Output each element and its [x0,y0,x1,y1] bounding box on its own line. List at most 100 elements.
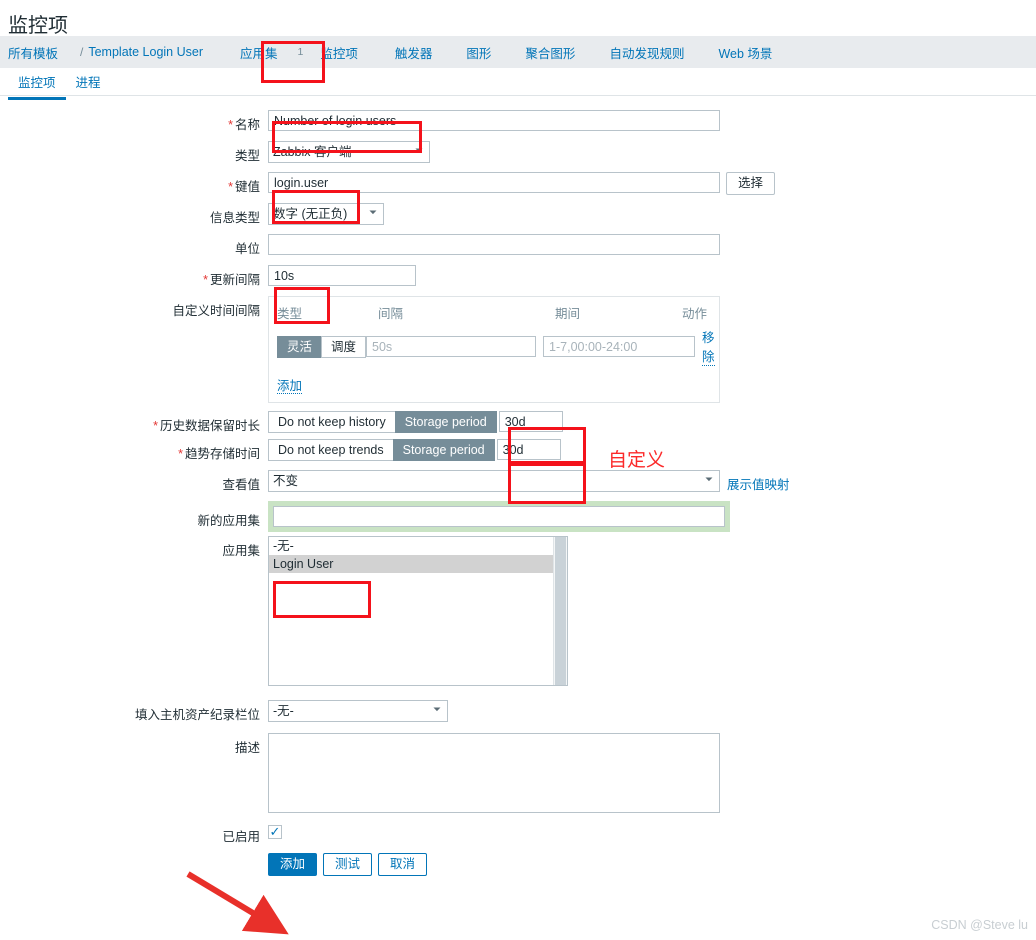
form-row-actions: 添加 测试 取消 [0,853,1036,876]
form-row-units: 单位 [0,234,1036,257]
field-enabled: ✓ [268,825,282,839]
form-row-type: 类型 Zabbix 客户端 ⏷ [0,141,1036,164]
value-map-select-wrapper: 不变 ⏷ [268,470,720,492]
type-select-wrapper: Zabbix 客户端 ⏷ [268,141,430,163]
test-button[interactable]: 测试 [323,853,373,876]
trends-storage-period-button[interactable]: Storage period [392,439,495,461]
field-value-map: 不变 ⏷ 展示值映射 [268,470,790,493]
history-storage-period-button[interactable]: Storage period [394,411,497,433]
nav-item-discovery-rules[interactable]: 自动发现规则 [609,43,701,62]
column-header-type: 类型 [277,307,303,321]
units-input[interactable] [268,234,720,255]
form-row-custom-intervals: 自定义时间间隔 类型 间隔 期间 动作 灵活 调度 移除 [0,296,1036,403]
tab-processes[interactable]: 进程 [66,68,111,100]
nav-item-screens[interactable]: 聚合图形 [525,43,592,62]
field-value-type: 数字 (无正负) ⏷ [268,203,384,225]
required-marker-trends: * [178,447,183,461]
form-row-applications: 应用集 -无- Login User [0,536,1036,686]
label-description: 描述 [234,741,260,755]
label-custom-intervals: 自定义时间间隔 [172,304,260,318]
inventory-field-select-wrapper: -无- ⏷ [268,700,448,722]
tab-items[interactable]: 监控项 [8,68,66,100]
field-units [268,234,720,255]
nav-item-applications-label[interactable]: 应用集 [240,43,278,62]
field-type: Zabbix 客户端 ⏷ [268,141,430,163]
key-input[interactable] [268,172,720,193]
field-description [268,733,720,813]
custom-interval-add-link[interactable]: 添加 [277,379,303,394]
applications-option-login-user[interactable]: Login User [269,555,567,573]
history-mode-segmented-control: Do not keep history Storage period [268,411,497,433]
item-form: *名称 类型 Zabbix 客户端 ⏷ *键值 选择 信息类型 [0,96,1036,876]
add-button[interactable]: 添加 [268,853,318,876]
nav-item-screens-label[interactable]: 聚合图形 [525,43,575,62]
cancel-button[interactable]: 取消 [378,853,428,876]
label-key: * 键值 [228,180,260,194]
custom-interval-remove-link[interactable]: 移除 [702,327,715,366]
nav-item-triggers[interactable]: 触发器 [395,43,450,62]
breadcrumb-template-name[interactable]: Template Login User [88,45,203,59]
form-row-name: * 名称 [0,110,1036,133]
label-value-map: 查看值 [222,478,260,492]
form-row-key: *键值 选择 [0,172,1036,195]
history-storage-period-input[interactable] [498,411,563,432]
trends-do-not-keep-button[interactable]: Do not keep trends [268,439,394,461]
value-map-select[interactable]: 不变 [268,470,720,492]
field-update-interval [268,265,416,286]
breadcrumb: 所有模板 / Template Login User [8,43,220,62]
field-new-application [268,501,730,532]
custom-interval-delay-input[interactable] [366,336,537,357]
field-trends: Do not keep trends Storage period [268,439,561,461]
interval-type-scheduling-button[interactable]: 调度 [321,335,367,358]
nav-item-graphs-label[interactable]: 图形 [466,43,491,62]
type-select[interactable]: Zabbix 客户端 [268,141,430,163]
show-value-mappings-link[interactable]: 展示值映射 [727,470,790,493]
value-type-select[interactable]: 数字 (无正负) [268,203,384,225]
update-interval-input[interactable] [268,265,416,286]
history-do-not-keep-button[interactable]: Do not keep history [268,411,396,433]
nav-item-web-scenarios[interactable]: Web 场景 [718,43,789,62]
nav-item-triggers-label[interactable]: 触发器 [395,43,433,62]
label-new-application: 新的应用集 [197,514,260,528]
column-header-period: 期间 [555,307,581,321]
form-row-enabled: 已启用 ✓ [0,825,1036,845]
annotation-text-custom: 自定义 [608,450,666,471]
name-input[interactable] [268,110,720,131]
nav-item-items-label[interactable]: 监控项 [320,43,358,62]
form-row-value-map: 查看值 不变 ⏷ 展示值映射 [0,470,1036,493]
required-marker-key: * [228,180,233,194]
key-select-button[interactable]: 选择 [726,172,776,195]
new-application-input[interactable] [273,506,725,527]
field-inventory-field: -无- ⏷ [268,700,448,722]
custom-interval-period-input[interactable] [543,336,696,357]
description-textarea[interactable] [268,733,720,813]
field-key: 选择 [268,172,776,195]
label-units: 单位 [234,242,260,256]
field-name [268,110,720,131]
trends-mode-segmented-control: Do not keep trends Storage period [268,439,495,461]
custom-interval-row: 灵活 调度 移除 [277,327,715,366]
form-row-new-application: 新的应用集 [0,501,1036,532]
form-row-update-interval: * 更新间隔 [0,265,1036,288]
nav-item-items[interactable]: 监控项 [320,43,375,62]
watermark: CSDN @Steve lu [931,918,1028,932]
label-history: * 历史数据保留时长 [153,419,260,433]
nav-item-discovery-rules-label[interactable]: 自动发现规则 [609,43,684,62]
interval-type-flexible-button[interactable]: 灵活 [277,335,323,358]
field-actions: 添加 测试 取消 [268,853,428,876]
trends-storage-period-input[interactable] [496,439,561,460]
applications-option-none[interactable]: -无- [269,537,567,555]
applications-scrollbar-thumb[interactable] [555,537,566,685]
applications-scrollbar[interactable] [553,537,567,685]
applications-listbox[interactable]: -无- Login User [268,536,568,686]
label-name: * 名称 [228,118,260,132]
custom-intervals-header: 类型 间隔 期间 动作 [277,303,711,327]
inventory-field-select[interactable]: -无- [268,700,448,722]
enabled-checkbox[interactable]: ✓ [268,825,282,839]
breadcrumb-all-templates[interactable]: 所有模板 [8,43,58,62]
value-type-select-wrapper: 数字 (无正负) ⏷ [268,203,384,225]
label-type: 类型 [234,149,260,163]
nav-item-graphs[interactable]: 图形 [466,43,508,62]
nav-item-web-scenarios-label[interactable]: Web 场景 [718,43,772,62]
nav-item-applications[interactable]: 应用集 1 [240,43,303,62]
